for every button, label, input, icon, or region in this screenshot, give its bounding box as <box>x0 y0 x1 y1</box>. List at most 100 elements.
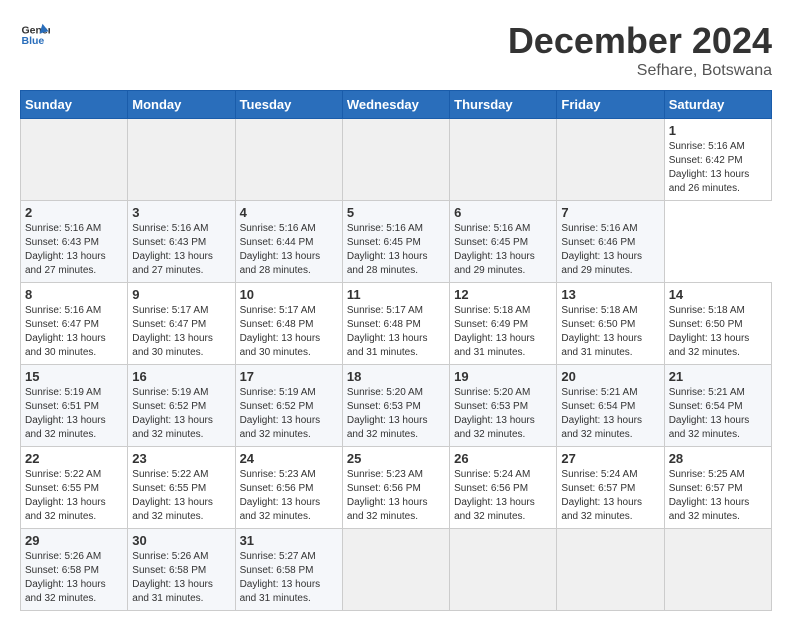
logo-icon: General Blue <box>20 20 50 50</box>
day-number: 12 <box>454 287 552 302</box>
day-number: 16 <box>132 369 230 384</box>
calendar-day: 19 Sunrise: 5:20 AMSunset: 6:53 PMDayligh… <box>450 365 557 447</box>
calendar-week-row: 2 Sunrise: 5:16 AMSunset: 6:43 PMDaylight… <box>21 201 772 283</box>
empty-day <box>342 119 449 201</box>
calendar-day: 18 Sunrise: 5:20 AMSunset: 6:53 PMDayligh… <box>342 365 449 447</box>
day-info: Sunrise: 5:18 AMSunset: 6:50 PMDaylight:… <box>669 304 767 360</box>
day-number: 11 <box>347 287 445 302</box>
calendar-header-row: SundayMondayTuesdayWednesdayThursdayFrid… <box>21 91 772 119</box>
calendar-day <box>664 529 771 611</box>
calendar-day: 13Sunrise: 5:18 AMSunset: 6:50 PMDayligh… <box>557 283 664 365</box>
empty-day <box>450 119 557 201</box>
day-number: 18 <box>347 369 445 384</box>
day-info: Sunrise: 5:19 AMSunset: 6:52 PMDaylight:… <box>240 386 338 442</box>
calendar-day: 27Sunrise: 5:24 AMSunset: 6:57 PMDayligh… <box>557 447 664 529</box>
day-info: Sunrise: 5:19 AMSunset: 6:51 PMDaylight:… <box>25 386 123 442</box>
day-info: Sunrise: 5:25 AMSunset: 6:57 PMDaylight:… <box>669 468 767 524</box>
day-info: Sunrise: 5:21 AMSunset: 6:54 PMDaylight:… <box>561 386 659 442</box>
header-wednesday: Wednesday <box>342 91 449 119</box>
day-number: 29 <box>25 533 123 548</box>
day-info: Sunrise: 5:18 AMSunset: 6:49 PMDaylight:… <box>454 304 552 360</box>
day-info: Sunrise: 5:16 AMSunset: 6:43 PMDaylight:… <box>132 222 230 278</box>
calendar-body: 1 Sunrise: 5:16 AMSunset: 6:42 PMDaylight… <box>21 119 772 611</box>
calendar-day: 8 Sunrise: 5:16 AMSunset: 6:47 PMDaylight… <box>21 283 128 365</box>
header: General Blue December 2024 Sefhare, Bots… <box>20 20 772 80</box>
header-monday: Monday <box>128 91 235 119</box>
day-number: 6 <box>454 205 552 220</box>
day-info: Sunrise: 5:18 AMSunset: 6:50 PMDaylight:… <box>561 304 659 360</box>
calendar-week-row: 1 Sunrise: 5:16 AMSunset: 6:42 PMDaylight… <box>21 119 772 201</box>
day-info: Sunrise: 5:24 AMSunset: 6:56 PMDaylight:… <box>454 468 552 524</box>
day-number: 21 <box>669 369 767 384</box>
day-number: 1 <box>669 123 767 138</box>
day-info: Sunrise: 5:19 AMSunset: 6:52 PMDaylight:… <box>132 386 230 442</box>
day-number: 7 <box>561 205 659 220</box>
calendar-table: SundayMondayTuesdayWednesdayThursdayFrid… <box>20 90 772 611</box>
header-saturday: Saturday <box>664 91 771 119</box>
calendar-day: 24 Sunrise: 5:23 AMSunset: 6:56 PMDayligh… <box>235 447 342 529</box>
empty-day <box>235 119 342 201</box>
title-area: December 2024 Sefhare, Botswana <box>508 20 772 80</box>
calendar-day: 2 Sunrise: 5:16 AMSunset: 6:43 PMDaylight… <box>21 201 128 283</box>
day-number: 17 <box>240 369 338 384</box>
header-thursday: Thursday <box>450 91 557 119</box>
month-title: December 2024 <box>508 20 772 62</box>
calendar-day <box>557 529 664 611</box>
day-info: Sunrise: 5:22 AMSunset: 6:55 PMDaylight:… <box>25 468 123 524</box>
day-number: 5 <box>347 205 445 220</box>
calendar-day: 31Sunrise: 5:27 AMSunset: 6:58 PMDayligh… <box>235 529 342 611</box>
calendar-day: 26 Sunrise: 5:24 AMSunset: 6:56 PMDayligh… <box>450 447 557 529</box>
day-info: Sunrise: 5:20 AMSunset: 6:53 PMDaylight:… <box>454 386 552 442</box>
day-number: 28 <box>669 451 767 466</box>
day-info: Sunrise: 5:20 AMSunset: 6:53 PMDaylight:… <box>347 386 445 442</box>
calendar-day: 25Sunrise: 5:23 AMSunset: 6:56 PMDayligh… <box>342 447 449 529</box>
day-info: Sunrise: 5:17 AMSunset: 6:48 PMDaylight:… <box>240 304 338 360</box>
calendar-day <box>450 529 557 611</box>
calendar-week-row: 8 Sunrise: 5:16 AMSunset: 6:47 PMDaylight… <box>21 283 772 365</box>
calendar-day: 15 Sunrise: 5:19 AMSunset: 6:51 PMDayligh… <box>21 365 128 447</box>
calendar-day: 10 Sunrise: 5:17 AMSunset: 6:48 PMDayligh… <box>235 283 342 365</box>
calendar-day: 4 Sunrise: 5:16 AMSunset: 6:44 PMDaylight… <box>235 201 342 283</box>
day-info: Sunrise: 5:21 AMSunset: 6:54 PMDaylight:… <box>669 386 767 442</box>
calendar-day: 23Sunrise: 5:22 AMSunset: 6:55 PMDayligh… <box>128 447 235 529</box>
calendar-day: 21 Sunrise: 5:21 AMSunset: 6:54 PMDayligh… <box>664 365 771 447</box>
calendar-day: 17 Sunrise: 5:19 AMSunset: 6:52 PMDayligh… <box>235 365 342 447</box>
day-info: Sunrise: 5:16 AMSunset: 6:42 PMDaylight:… <box>669 140 767 196</box>
calendar-day: 5Sunrise: 5:16 AMSunset: 6:45 PMDaylight… <box>342 201 449 283</box>
calendar-week-row: 15 Sunrise: 5:19 AMSunset: 6:51 PMDayligh… <box>21 365 772 447</box>
calendar-day: 3 Sunrise: 5:16 AMSunset: 6:43 PMDaylight… <box>128 201 235 283</box>
day-number: 10 <box>240 287 338 302</box>
header-tuesday: Tuesday <box>235 91 342 119</box>
day-number: 4 <box>240 205 338 220</box>
calendar-day: 7 Sunrise: 5:16 AMSunset: 6:46 PMDaylight… <box>557 201 664 283</box>
day-info: Sunrise: 5:23 AMSunset: 6:56 PMDaylight:… <box>347 468 445 524</box>
day-number: 2 <box>25 205 123 220</box>
calendar-day: 16 Sunrise: 5:19 AMSunset: 6:52 PMDayligh… <box>128 365 235 447</box>
day-info: Sunrise: 5:23 AMSunset: 6:56 PMDaylight:… <box>240 468 338 524</box>
day-number: 20 <box>561 369 659 384</box>
day-number: 26 <box>454 451 552 466</box>
header-friday: Friday <box>557 91 664 119</box>
day-number: 19 <box>454 369 552 384</box>
calendar-day: 29Sunrise: 5:26 AMSunset: 6:58 PMDayligh… <box>21 529 128 611</box>
calendar-week-row: 22 Sunrise: 5:22 AMSunset: 6:55 PMDayligh… <box>21 447 772 529</box>
calendar-day <box>342 529 449 611</box>
day-number: 24 <box>240 451 338 466</box>
calendar-day: 6 Sunrise: 5:16 AMSunset: 6:45 PMDaylight… <box>450 201 557 283</box>
day-number: 15 <box>25 369 123 384</box>
day-info: Sunrise: 5:16 AMSunset: 6:43 PMDaylight:… <box>25 222 123 278</box>
day-info: Sunrise: 5:16 AMSunset: 6:46 PMDaylight:… <box>561 222 659 278</box>
calendar-day: 22 Sunrise: 5:22 AMSunset: 6:55 PMDayligh… <box>21 447 128 529</box>
calendar-day: 1 Sunrise: 5:16 AMSunset: 6:42 PMDaylight… <box>664 119 771 201</box>
header-sunday: Sunday <box>21 91 128 119</box>
day-info: Sunrise: 5:16 AMSunset: 6:44 PMDaylight:… <box>240 222 338 278</box>
day-info: Sunrise: 5:17 AMSunset: 6:47 PMDaylight:… <box>132 304 230 360</box>
day-info: Sunrise: 5:16 AMSunset: 6:45 PMDaylight:… <box>454 222 552 278</box>
day-number: 3 <box>132 205 230 220</box>
day-number: 8 <box>25 287 123 302</box>
svg-text:Blue: Blue <box>22 35 45 47</box>
day-number: 22 <box>25 451 123 466</box>
empty-day <box>21 119 128 201</box>
day-info: Sunrise: 5:27 AMSunset: 6:58 PMDaylight:… <box>240 550 338 606</box>
day-info: Sunrise: 5:16 AMSunset: 6:47 PMDaylight:… <box>25 304 123 360</box>
